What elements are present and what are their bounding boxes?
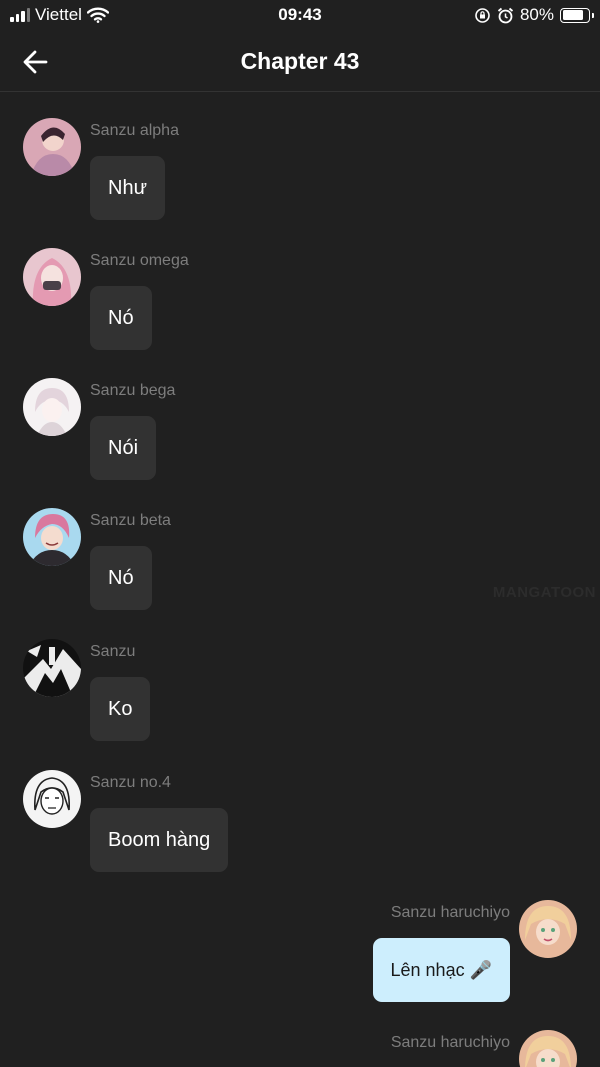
- page-title: Chapter 43: [240, 48, 360, 74]
- avatar[interactable]: [23, 378, 81, 436]
- message-bubble[interactable]: Ko: [90, 677, 151, 741]
- sender-name: Sanzu beta: [90, 512, 171, 529]
- status-bar: Viettel 09:43 80%: [0, 0, 600, 30]
- orientation-lock-icon: [475, 7, 490, 23]
- message-bubble[interactable]: Nó: [90, 286, 152, 350]
- avatar[interactable]: [23, 248, 81, 306]
- status-right: 80%: [474, 5, 594, 25]
- message-bubble[interactable]: Nó: [90, 546, 152, 610]
- avatar[interactable]: [519, 900, 577, 958]
- battery-icon: [560, 7, 594, 23]
- avatar[interactable]: [23, 639, 81, 697]
- sender-name: Sanzu haruchiyo: [390, 1034, 510, 1051]
- sender-name: Sanzu haruchiyo: [390, 904, 510, 921]
- avatar[interactable]: [23, 118, 81, 176]
- sender-name: Sanzu omega: [90, 252, 189, 269]
- watermark: MANGATOON: [492, 584, 596, 601]
- message-bubble[interactable]: Nói: [90, 416, 157, 480]
- sender-name: Sanzu bega: [90, 382, 176, 399]
- avatar[interactable]: [519, 1030, 577, 1067]
- sender-name: Sanzu: [90, 643, 136, 660]
- message-bubble[interactable]: Như: [90, 156, 165, 220]
- sender-name: Sanzu no.4: [90, 774, 171, 791]
- avatar[interactable]: [23, 770, 81, 828]
- avatar[interactable]: [23, 508, 81, 566]
- sender-name: Sanzu alpha: [90, 122, 179, 139]
- message-bubble[interactable]: Lên nhạc 🎤: [372, 938, 510, 1002]
- message-bubble[interactable]: Boom hàng: [90, 808, 229, 872]
- battery-percent: 80%: [519, 5, 554, 24]
- chat-header: Chapter 43: [0, 30, 600, 92]
- alarm-icon: [497, 7, 514, 23]
- battery-level: [562, 10, 583, 20]
